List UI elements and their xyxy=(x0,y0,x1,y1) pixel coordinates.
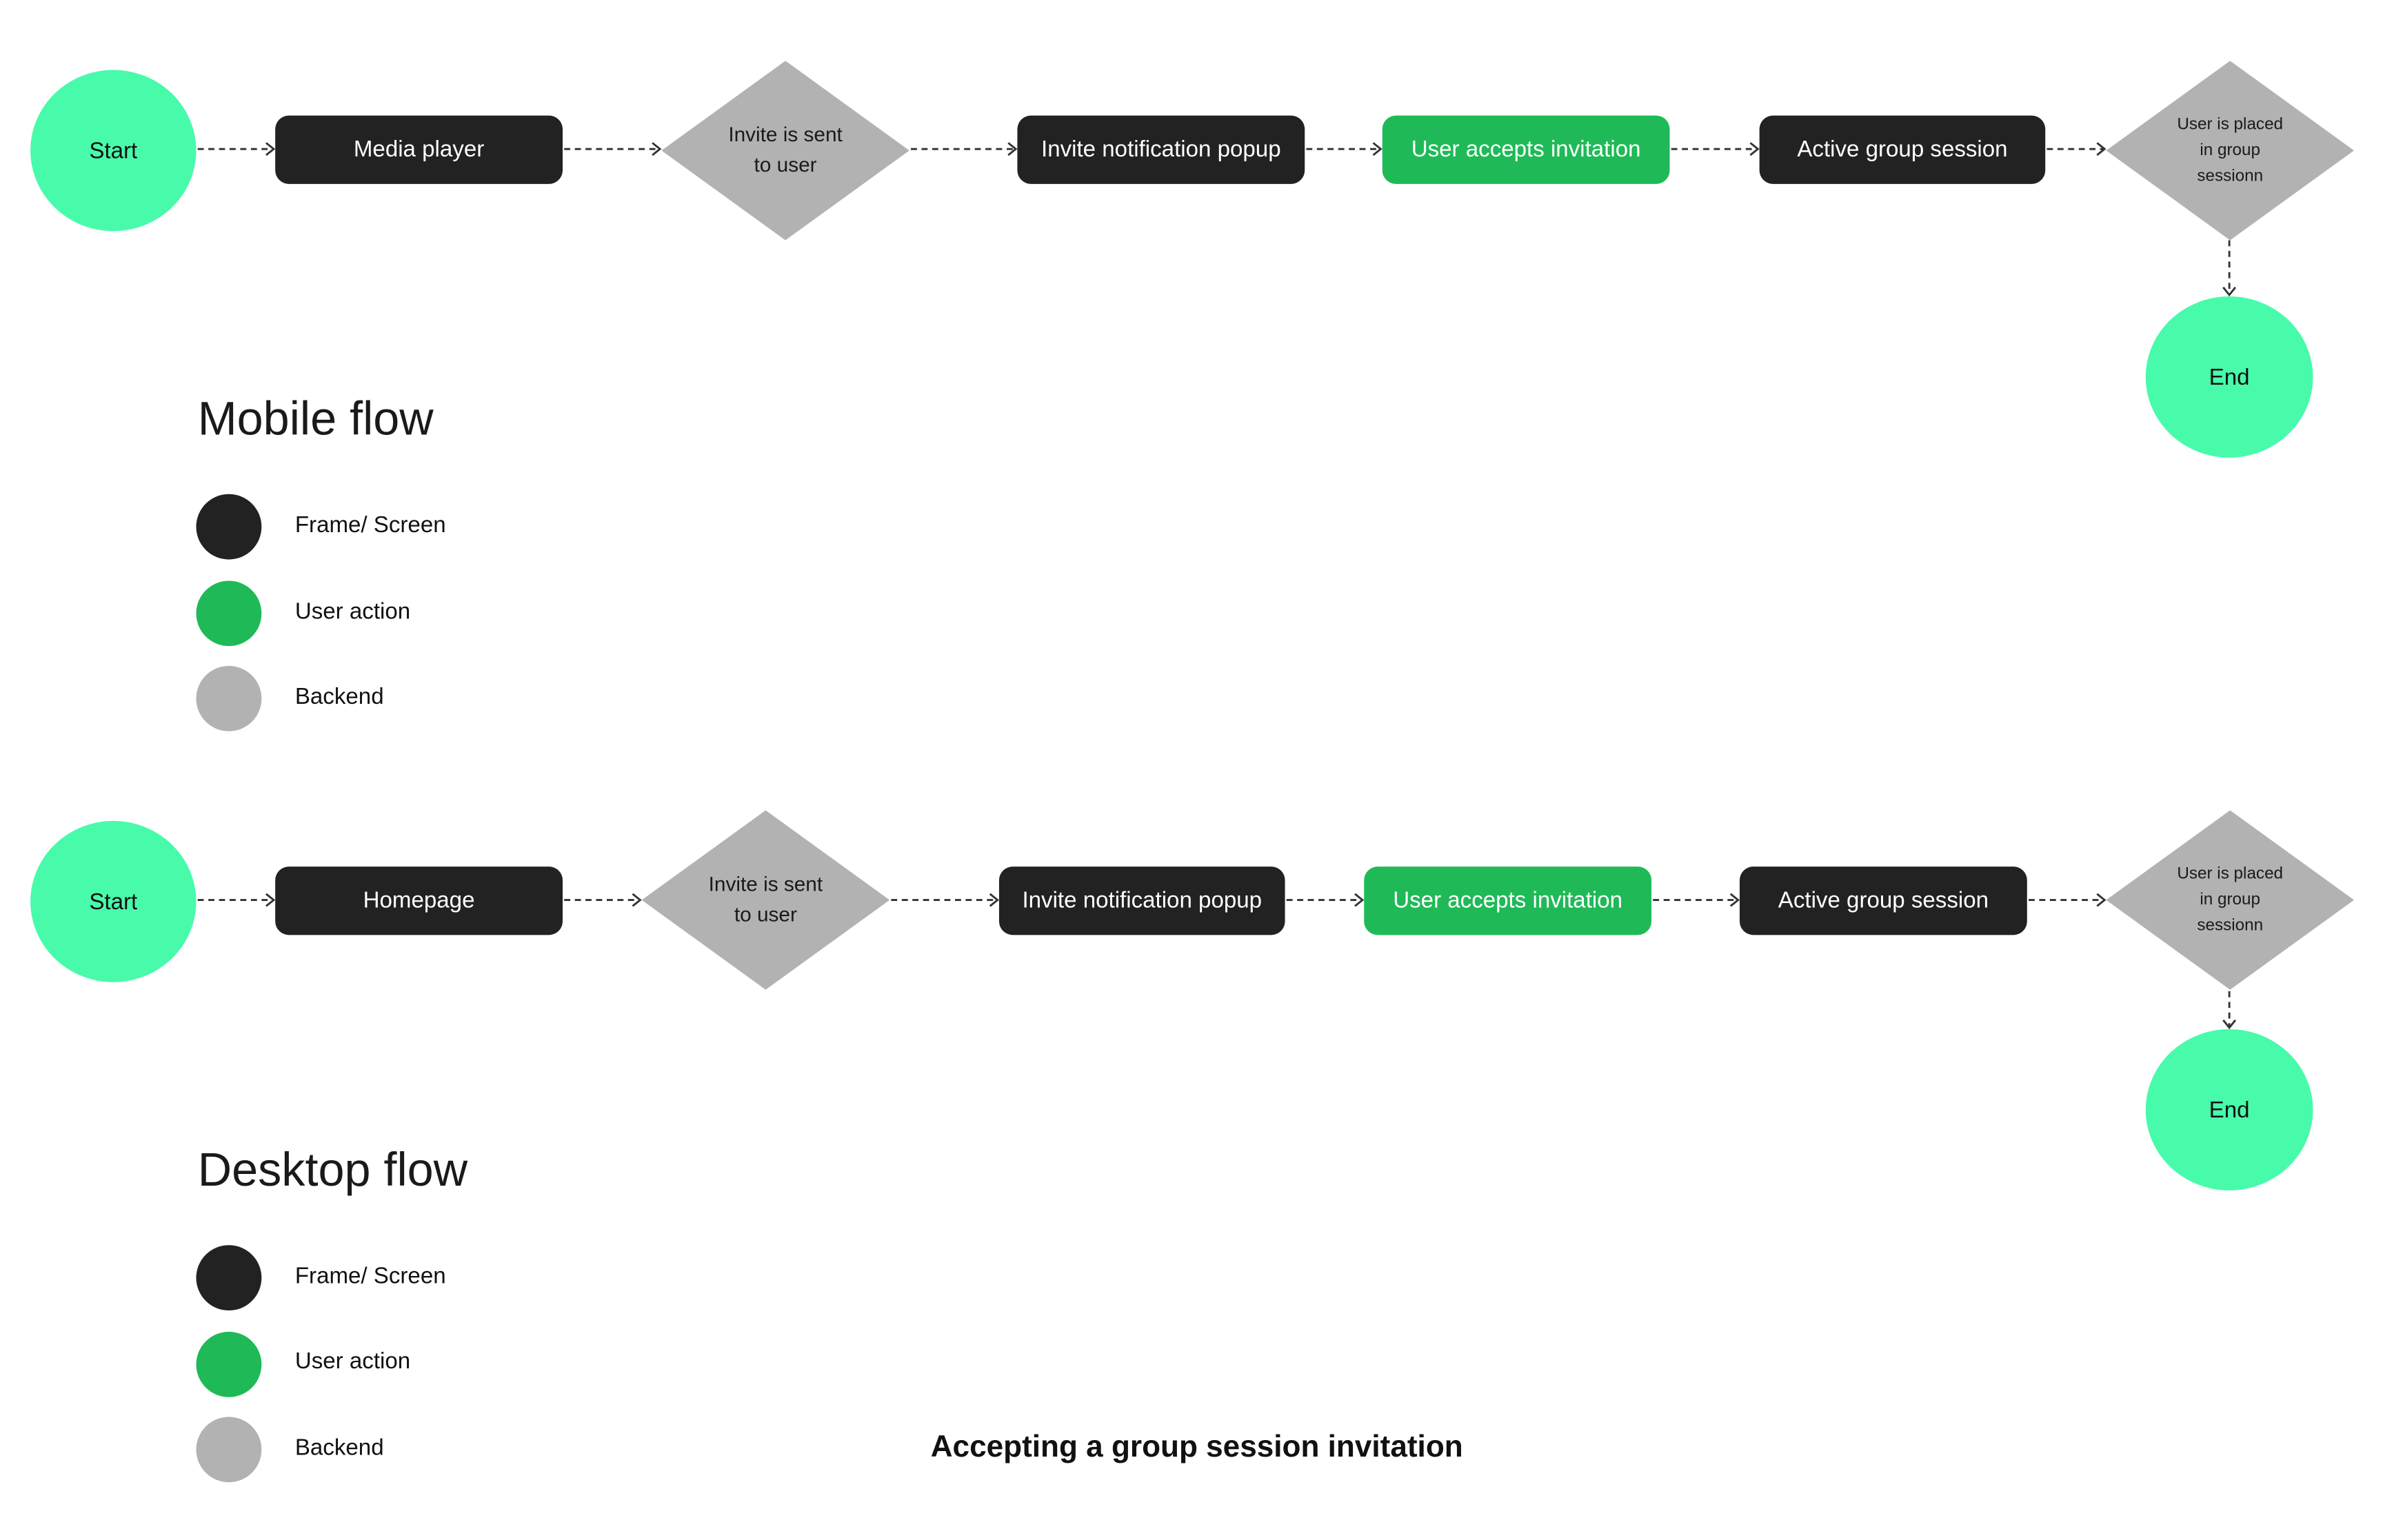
mobile-end-node: End xyxy=(2145,296,2313,458)
desktop-start-node: Start xyxy=(30,820,197,982)
desktop-homepage-label: Homepage xyxy=(363,887,475,914)
mobile-start-label: Start xyxy=(89,137,138,164)
mobile-media-player-label: Media player xyxy=(353,136,485,163)
desktop-legend-frame-dot xyxy=(196,1245,262,1311)
mobile-accepts-node: User accepts invitation xyxy=(1382,115,1670,184)
mobile-arrow-placed-to-end xyxy=(2222,240,2237,297)
desktop-legend-backend-dot xyxy=(196,1417,262,1483)
mobile-placed-node: User is placed in group sessionn xyxy=(2106,61,2354,241)
desktop-end-label: End xyxy=(2209,1097,2250,1123)
mobile-active-session-node: Active group session xyxy=(1759,115,2046,184)
mobile-legend-action-dot xyxy=(196,580,262,647)
desktop-arrow-popup-to-accept xyxy=(1286,893,1365,907)
mobile-arrow-media-to-invite xyxy=(564,142,662,156)
desktop-flow-title: Desktop flow xyxy=(197,1143,468,1197)
mobile-start-node: Start xyxy=(30,70,197,232)
desktop-end-node: End xyxy=(2145,1029,2313,1191)
desktop-arrow-placed-to-end xyxy=(2222,991,2237,1030)
desktop-legend-action-dot xyxy=(196,1331,262,1397)
desktop-legend-frame-label: Frame/ Screen xyxy=(294,1263,446,1290)
desktop-arrow-homepage-to-invite xyxy=(564,893,642,907)
mobile-arrow-start-to-media xyxy=(197,142,276,156)
desktop-invite-sent-node: Invite is sent to user xyxy=(641,810,890,990)
mobile-placed-line-3: sessionn xyxy=(2197,166,2264,185)
mobile-invite-popup-label: Invite notification popup xyxy=(1041,136,1281,163)
desktop-arrow-invite-to-popup xyxy=(891,893,1000,907)
desktop-placed-line-3: sessionn xyxy=(2197,915,2264,935)
mobile-arrow-popup-to-accept xyxy=(1306,142,1382,156)
mobile-legend-frame-dot xyxy=(196,494,262,560)
mobile-arrow-invite-to-popup xyxy=(911,142,1018,156)
mobile-end-label: End xyxy=(2209,364,2250,390)
mobile-flow-title: Mobile flow xyxy=(197,392,434,446)
diagram-caption: Accepting a group session invitation xyxy=(930,1430,1463,1464)
desktop-legend-action-label: User action xyxy=(294,1348,411,1375)
desktop-invite-sent-line-1: Invite is sent xyxy=(708,872,823,895)
mobile-legend-frame-label: Frame/ Screen xyxy=(294,512,446,538)
mobile-arrow-accept-to-active xyxy=(1671,142,1760,156)
mobile-legend-backend-dot xyxy=(196,665,262,731)
mobile-invite-sent-line-2: to user xyxy=(754,153,817,176)
desktop-invite-popup-node: Invite notification popup xyxy=(998,867,1285,935)
desktop-invite-popup-label: Invite notification popup xyxy=(1022,887,1263,914)
mobile-media-player-node: Media player xyxy=(275,115,563,184)
flow-diagram-canvas: Start Media player Invite is sent to use… xyxy=(0,0,2383,1540)
desktop-legend-backend-label: Backend xyxy=(294,1435,384,1461)
desktop-active-session-label: Active group session xyxy=(1778,887,1989,914)
desktop-accepts-node: User accepts invitation xyxy=(1364,867,1652,935)
desktop-arrow-start-to-homepage xyxy=(197,893,276,907)
desktop-placed-node: User is placed in group sessionn xyxy=(2106,810,2354,990)
mobile-invite-sent-node: Invite is sent to user xyxy=(661,61,909,241)
desktop-arrow-accept-to-active xyxy=(1653,893,1740,907)
desktop-homepage-node: Homepage xyxy=(275,867,563,935)
mobile-arrow-active-to-placed xyxy=(2047,142,2107,156)
desktop-start-label: Start xyxy=(89,889,138,915)
mobile-legend-action-label: User action xyxy=(294,598,411,625)
mobile-accepts-label: User accepts invitation xyxy=(1411,136,1641,163)
mobile-invite-popup-node: Invite notification popup xyxy=(1017,115,1305,184)
mobile-placed-line-2: in group xyxy=(2200,140,2261,159)
desktop-placed-line-1: User is placed xyxy=(2177,864,2284,883)
desktop-placed-line-2: in group xyxy=(2200,890,2261,909)
desktop-arrow-active-to-placed xyxy=(2029,893,2107,907)
mobile-active-session-label: Active group session xyxy=(1797,136,2008,163)
desktop-active-session-node: Active group session xyxy=(1739,867,2027,935)
desktop-accepts-label: User accepts invitation xyxy=(1393,887,1623,914)
desktop-invite-sent-line-2: to user xyxy=(734,903,797,926)
mobile-placed-line-1: User is placed xyxy=(2177,114,2284,133)
connectors-layer xyxy=(197,142,2237,1030)
mobile-invite-sent-line-1: Invite is sent xyxy=(728,123,843,146)
mobile-legend-backend-label: Backend xyxy=(294,684,384,710)
